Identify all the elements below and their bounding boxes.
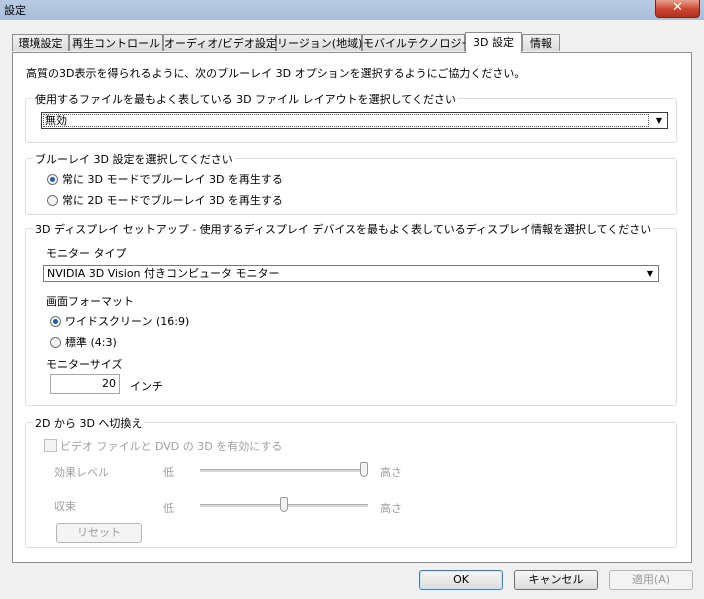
tab-playback-control[interactable]: 再生コントロール — [69, 34, 163, 51]
tab-region[interactable]: リージョン(地域) — [276, 34, 362, 51]
cancel-button[interactable]: キャンセル — [514, 570, 598, 590]
effect-level-label: 効果レベル — [54, 466, 109, 479]
monitor-type-value: NVIDIA 3D Vision 付きコンピュータ モニター — [47, 267, 280, 280]
monitor-type-label: モニター タイプ — [46, 247, 127, 260]
radio-play-3d[interactable]: 常に 3D モードでブルーレイ 3D を再生する — [47, 171, 283, 187]
file-layout-legend: 使用するファイルを最もよく表している 3D ファイル レイアウトを選択してくださ… — [33, 91, 458, 107]
title-bar: 設定 ✕ — [0, 0, 704, 20]
intro-text: 高質の3D表示を得られるように、次のブルーレイ 3D オプションを選択するように… — [26, 67, 526, 80]
display-setup-group: 3D ディスプレイ セットアップ - 使用するディスプレイ デバイスを最もよく表… — [25, 221, 677, 406]
chevron-down-icon: ▼ — [646, 269, 654, 278]
file-layout-dropdown[interactable]: 無効 ▼ — [41, 112, 668, 129]
conversion-legend: 2D から 3D へ切換え — [33, 415, 145, 431]
file-layout-value: 無効 — [45, 114, 67, 127]
monitor-type-dropdown[interactable]: NVIDIA 3D Vision 付きコンピュータ モニター ▼ — [43, 265, 659, 282]
tab-audio-video[interactable]: オーディオ/ビデオ設定 — [163, 34, 277, 51]
effect-level-slider[interactable] — [200, 469, 368, 472]
window-title: 設定 — [4, 4, 26, 17]
radio-label: 常に 2D モードでブルーレイ 3D を再生する — [62, 194, 283, 207]
monitor-size-unit: インチ — [130, 380, 163, 393]
ok-button[interactable]: OK — [419, 570, 503, 590]
radio-button-checked[interactable] — [50, 316, 61, 327]
effect-high-label: 高さ — [380, 466, 402, 479]
settings-panel: 高質の3D表示を得られるように、次のブルーレイ 3D オプションを選択するように… — [12, 52, 692, 563]
convergence-label: 収束 — [54, 500, 76, 513]
radio-label: 標準 (4:3) — [65, 336, 117, 349]
file-layout-group: 使用するファイルを最もよく表している 3D ファイル レイアウトを選択してくださ… — [25, 91, 677, 143]
bluray-3d-legend: ブルーレイ 3D 設定を選択してください — [33, 151, 235, 167]
conversion-group: 2D から 3D へ切換え ビデオ ファイルと DVD の 3D を有効にする … — [25, 415, 677, 548]
radio-button[interactable] — [50, 337, 61, 348]
tab-3d-settings[interactable]: 3D 設定 — [465, 32, 522, 53]
display-setup-legend: 3D ディスプレイ セットアップ - 使用するディスプレイ デバイスを最もよく表… — [33, 221, 654, 237]
convergence-high-label: 高さ — [380, 502, 402, 515]
convergence-slider-thumb[interactable] — [280, 497, 288, 512]
radio-standard[interactable]: 標準 (4:3) — [50, 334, 117, 350]
tab-preferences[interactable]: 環境設定 — [12, 34, 69, 51]
radio-play-2d[interactable]: 常に 2D モードでブルーレイ 3D を再生する — [47, 192, 283, 208]
close-button[interactable]: ✕ — [655, 0, 700, 18]
checkbox-box[interactable] — [44, 439, 57, 452]
radio-label: 常に 3D モードでブルーレイ 3D を再生する — [62, 173, 283, 186]
radio-label: ワイドスクリーン (16:9) — [65, 315, 190, 328]
close-icon: ✕ — [672, 0, 683, 15]
enable-3d-checkbox[interactable]: ビデオ ファイルと DVD の 3D を有効にする — [44, 438, 282, 454]
radio-widescreen[interactable]: ワイドスクリーン (16:9) — [50, 313, 189, 329]
screen-format-label: 画面フォーマット — [46, 295, 134, 308]
tab-info[interactable]: 情報 — [522, 34, 560, 51]
radio-button-checked[interactable] — [47, 174, 58, 185]
effect-low-label: 低 — [163, 466, 174, 479]
checkbox-label: ビデオ ファイルと DVD の 3D を有効にする — [60, 440, 283, 453]
tab-mobile-technology[interactable]: モバイルテクノロジー — [362, 34, 472, 51]
convergence-low-label: 低 — [163, 502, 174, 515]
reset-button[interactable]: リセット — [56, 523, 142, 543]
effect-level-slider-thumb[interactable] — [360, 462, 368, 477]
chevron-down-icon: ▼ — [655, 116, 663, 125]
monitor-size-input[interactable]: 20 — [50, 374, 120, 394]
bluray-3d-group: ブルーレイ 3D 設定を選択してください 常に 3D モードでブルーレイ 3D … — [25, 151, 677, 215]
dialog-body: 環境設定 再生コントロール オーディオ/ビデオ設定 リージョン(地域) モバイル… — [0, 20, 704, 599]
radio-button[interactable] — [47, 195, 58, 206]
monitor-size-label: モニターサイズ — [46, 358, 123, 371]
apply-button[interactable]: 適用(A) — [609, 570, 693, 590]
